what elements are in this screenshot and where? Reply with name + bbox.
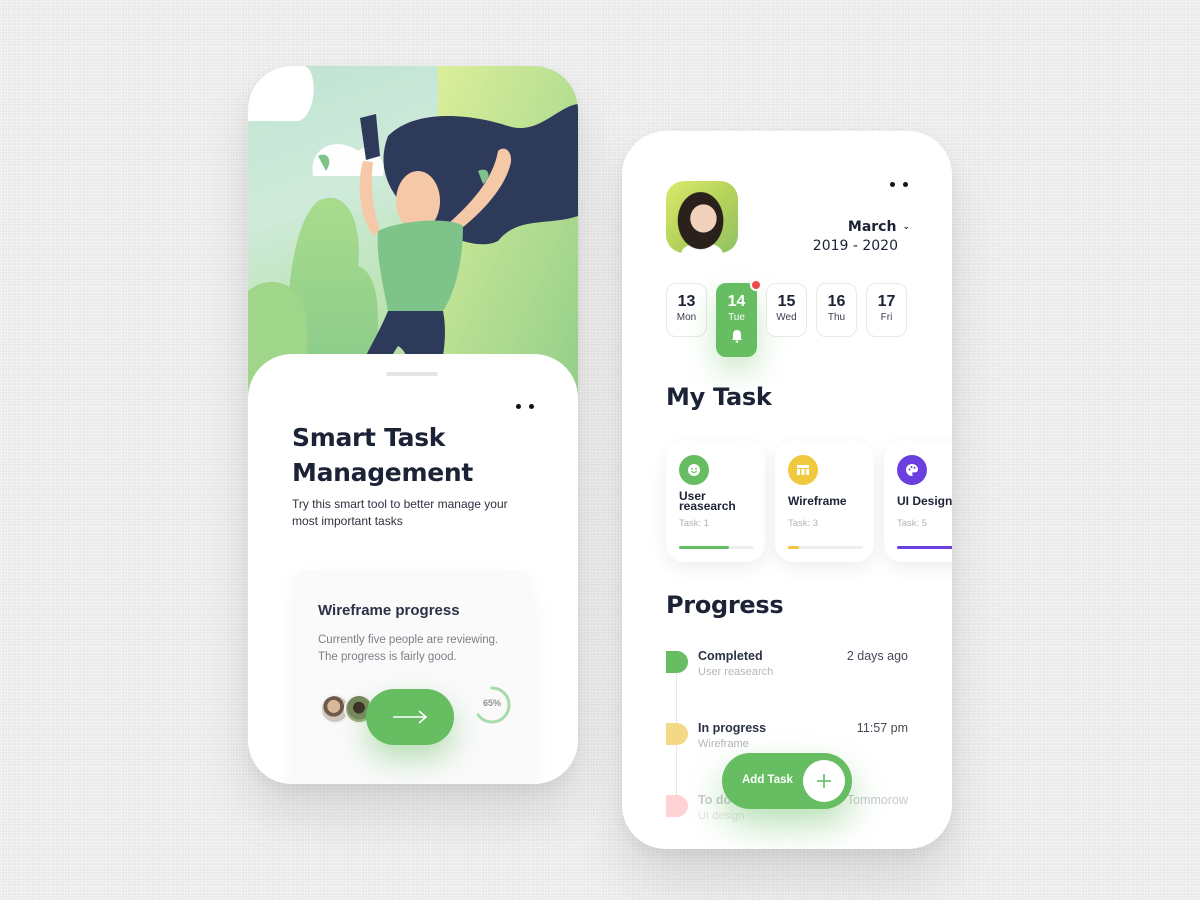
task-card-wireframe[interactable]: Wireframe Task: 3 xyxy=(775,441,874,562)
timeline-task: Wireframe xyxy=(698,738,749,750)
plus-icon xyxy=(803,760,845,802)
day-15[interactable]: 15 Wed xyxy=(766,283,807,337)
task-progress-fill xyxy=(897,546,952,549)
day-number: 15 xyxy=(777,293,796,310)
wireframe-progress-card[interactable]: Wireframe progress Currently five people… xyxy=(292,570,533,784)
profile-avatar[interactable] xyxy=(666,181,738,253)
onboarding-subtitle: Try this smart tool to better manage you… xyxy=(292,497,508,528)
month-dropdown[interactable]: March ⌄ xyxy=(848,219,910,235)
progress-timeline: Completed User reasearch 2 days ago In p… xyxy=(666,649,908,849)
next-button[interactable] xyxy=(366,689,454,745)
palette-icon xyxy=(897,455,927,485)
task-name: User reasearch xyxy=(679,489,736,513)
dashboard-screen: March ⌄ 2019 - 2020 13 Mon 14 Tue 15 Wed… xyxy=(622,131,952,849)
more-dots-icon[interactable] xyxy=(516,404,534,409)
timeline-status: In progress xyxy=(698,721,767,735)
day-name: Tue xyxy=(728,312,745,323)
timeline-task: UI design xyxy=(698,810,745,822)
day-17[interactable]: 17 Fri xyxy=(866,283,907,337)
chevron-down-icon: ⌄ xyxy=(902,222,910,232)
timeline-task: User reasearch xyxy=(698,666,774,678)
task-progress-fill xyxy=(788,546,800,549)
day-name: Mon xyxy=(676,312,697,323)
task-name: Wireframe xyxy=(788,494,847,508)
day-14-selected[interactable]: 14 Tue xyxy=(716,279,762,357)
day-name: Fri xyxy=(880,312,893,323)
task-progress-fill xyxy=(679,546,730,549)
timeline-status: Completed xyxy=(698,649,763,663)
hero-illustration xyxy=(248,66,578,396)
day-number: 16 xyxy=(827,293,846,310)
sheet-handle[interactable] xyxy=(386,372,438,376)
day-name: Wed xyxy=(776,312,797,323)
timeline-time: Tommorow xyxy=(846,793,908,807)
add-task-label: Add Task xyxy=(742,774,793,786)
task-progress-track xyxy=(788,546,863,549)
day-name: Thu xyxy=(827,312,846,323)
month-label: March xyxy=(847,219,897,235)
status-marker xyxy=(666,651,688,673)
status-marker xyxy=(666,723,688,745)
bell-icon xyxy=(731,330,742,343)
woman-selfie-illustration xyxy=(248,66,578,396)
card-title: Wireframe progress xyxy=(318,602,460,619)
day-number: 17 xyxy=(877,293,896,310)
more-dots-icon[interactable] xyxy=(890,182,908,187)
notification-badge xyxy=(750,279,762,291)
task-count: Task: 1 xyxy=(679,518,710,529)
timeline-time: 11:57 pm xyxy=(856,721,908,735)
my-task-heading: My Task xyxy=(666,383,772,411)
smile-icon xyxy=(679,455,709,485)
task-progress-track xyxy=(679,546,754,549)
task-card-user-research[interactable]: User reasearch Task: 1 xyxy=(666,441,765,562)
task-name: UI Design xyxy=(897,494,952,508)
progress-heading: Progress xyxy=(666,591,784,619)
table-icon xyxy=(788,455,818,485)
day-16[interactable]: 16 Thu xyxy=(816,283,857,337)
onboarding-title: Smart Task Management xyxy=(292,423,474,487)
progress-ring: 65% xyxy=(472,685,512,725)
timeline-item[interactable]: Completed User reasearch 2 days ago xyxy=(666,649,908,721)
card-description: Currently five people are reviewing. The… xyxy=(318,634,499,663)
task-count: Task: 3 xyxy=(788,518,819,529)
year-range: 2019 - 2020 xyxy=(812,238,898,254)
day-13[interactable]: 13 Mon xyxy=(666,283,707,337)
progress-ring-label: 65% xyxy=(482,698,501,708)
status-marker xyxy=(666,795,688,817)
task-count: Task: 5 xyxy=(897,518,928,529)
arrow-right-icon xyxy=(393,710,428,724)
task-progress-track xyxy=(897,546,952,549)
date-picker: 13 Mon 14 Tue 15 Wed 16 Thu 17 Fri xyxy=(666,279,907,357)
onboarding-screen: Smart Task Management Try this smart too… xyxy=(248,66,578,784)
add-task-button[interactable]: Add Task xyxy=(722,753,852,809)
day-number: 13 xyxy=(677,293,696,310)
day-number: 14 xyxy=(727,293,746,310)
task-card-ui-design[interactable]: UI Design Task: 5 xyxy=(884,441,952,562)
timeline-time: 2 days ago xyxy=(846,649,908,663)
task-cards: User reasearch Task: 1 Wireframe Task: 3… xyxy=(666,441,952,562)
